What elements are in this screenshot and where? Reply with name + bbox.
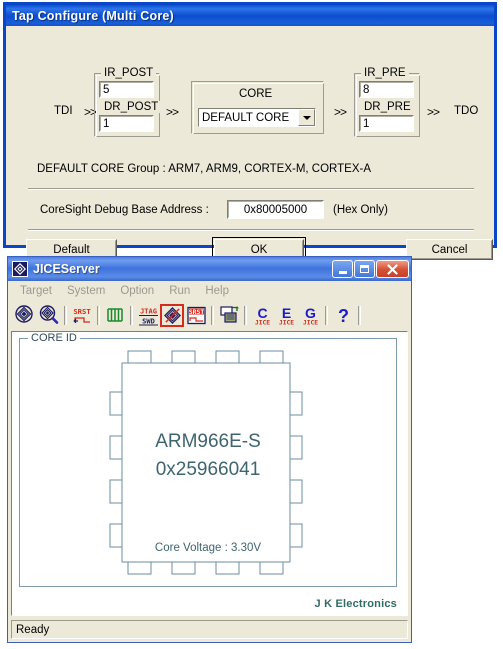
- chevron-down-icon: [302, 115, 311, 120]
- chip-core-voltage: Core Voltage : 3.30V: [154, 542, 262, 554]
- c-jice-icon[interactable]: C JICE: [250, 304, 274, 327]
- menu-item-help[interactable]: Help: [198, 283, 237, 299]
- core-select-dropdown-button[interactable]: [298, 109, 315, 126]
- jice-toolbar: SRST JTAG SWD SRST C JICE E JICE G JICE …: [8, 301, 411, 329]
- coresight-label: CoreSight Debug Base Address :: [40, 204, 209, 216]
- svg-text:JICE: JICE: [303, 319, 318, 326]
- jtag-chain-row: TDI >> IR_POST 5 DR_POST 1 >> CORE DEFAU…: [6, 26, 494, 140]
- jtag-clock-icon[interactable]: [103, 304, 127, 327]
- ir-pre-legend: IR_PRE: [361, 67, 409, 79]
- ir-post-legend: IR_POST: [101, 67, 157, 79]
- core-select[interactable]: DEFAULT CORE: [198, 108, 316, 127]
- close-icon: [387, 263, 398, 275]
- menu-item-option[interactable]: Option: [113, 283, 162, 299]
- ok-button-label: OK: [250, 243, 268, 256]
- ir-pre-value: 8: [363, 83, 370, 96]
- status-text: Ready: [16, 623, 50, 636]
- coresight-address-value: 0x80005000: [243, 203, 308, 216]
- dr-post-input[interactable]: 1: [99, 115, 154, 132]
- ir-post-input[interactable]: 5: [99, 81, 154, 98]
- toolbar-separator-6: [325, 305, 328, 325]
- core-id-groupbox: CORE ID ARM966E-S 0x25966041 Core Voltag…: [19, 332, 397, 587]
- cancel-button-label: Cancel: [431, 243, 468, 256]
- jice-menubar: Target System Option Run Help: [8, 281, 411, 301]
- tap-dialog-body: TDI >> IR_POST 5 DR_POST 1 >> CORE DEFAU…: [6, 26, 494, 262]
- toolbar-separator-1: [64, 305, 67, 325]
- tap-dialog-title: Tap Configure (Multi Core): [12, 8, 174, 23]
- default-core-group-note: DEFAULT CORE Group : ARM7, ARM9, CORTEX-…: [37, 163, 371, 175]
- help-icon[interactable]: ?: [331, 304, 355, 327]
- toolbar-separator-2: [97, 305, 100, 325]
- screen: Tap Configure (Multi Core) TDI >> IR_POS…: [0, 0, 503, 649]
- toolbar-separator-4: [211, 305, 214, 325]
- svg-text:SRST: SRST: [73, 307, 91, 316]
- dr-post-value: 1: [103, 117, 110, 130]
- dr-post-legend: DR_POST: [101, 101, 162, 113]
- svg-text:JICE: JICE: [255, 319, 270, 326]
- arrow-3: >>: [334, 105, 347, 119]
- tap-configure-icon[interactable]: [160, 303, 184, 327]
- jice-window-title: JICEServer: [33, 262, 100, 276]
- svg-text:SRST: SRST: [188, 308, 204, 316]
- toolbar-separator-5: [244, 305, 247, 325]
- svg-text:JICE: JICE: [279, 319, 294, 326]
- dr-pre-input[interactable]: 1: [359, 115, 414, 132]
- jice-titlebar[interactable]: JICEServer: [8, 257, 411, 281]
- close-button[interactable]: [376, 260, 409, 278]
- jice-client-area: CORE ID ARM966E-S 0x25966041 Core Voltag…: [11, 331, 408, 616]
- e-jice-icon[interactable]: E JICE: [274, 304, 298, 327]
- arrow-2: >>: [166, 105, 179, 119]
- menu-item-system[interactable]: System: [60, 283, 113, 299]
- srst-icon[interactable]: SRST: [70, 304, 94, 327]
- menu-item-target[interactable]: Target: [13, 283, 60, 299]
- cancel-button[interactable]: Cancel: [406, 239, 493, 260]
- svg-text:?: ?: [338, 306, 349, 326]
- tdi-label: TDI: [54, 105, 73, 117]
- default-button-label: Default: [53, 243, 90, 256]
- core-detect-icon[interactable]: [13, 304, 37, 327]
- minimize-button[interactable]: [332, 260, 353, 278]
- menu-item-run[interactable]: Run: [162, 283, 198, 299]
- tap-dialog-titlebar[interactable]: Tap Configure (Multi Core): [6, 5, 494, 26]
- chip-core-name: ARM966E-S: [155, 431, 261, 452]
- separator-2: [28, 229, 474, 231]
- separator-1: [28, 188, 474, 190]
- g-jice-icon[interactable]: G JICE: [298, 304, 322, 327]
- core-select-value: DEFAULT CORE: [202, 111, 290, 124]
- coresight-hint: (Hex Only): [333, 204, 388, 216]
- toolbar-separator-7: [358, 305, 361, 325]
- tap-configure-dialog: Tap Configure (Multi Core) TDI >> IR_POS…: [3, 2, 497, 262]
- ir-pre-input[interactable]: 8: [359, 81, 414, 98]
- jice-statusbar: Ready: [11, 620, 408, 639]
- maximize-icon: [360, 265, 369, 273]
- dr-pre-value: 1: [363, 117, 370, 130]
- jice-diamond-icon: [12, 261, 28, 277]
- svg-text:JTAG: JTAG: [140, 307, 157, 315]
- tdo-label: TDO: [454, 105, 479, 117]
- maximize-button[interactable]: [354, 260, 375, 278]
- dr-pre-legend: DR_PRE: [361, 101, 414, 113]
- srst-config-icon[interactable]: SRST: [184, 304, 208, 327]
- jtag-swd-icon[interactable]: JTAG SWD: [136, 304, 160, 327]
- jice-server-window: JICEServer Target System Option Run Help: [7, 256, 412, 643]
- minimize-icon: [338, 270, 347, 274]
- chip-core-id: 0x25966041: [155, 459, 261, 480]
- coresight-address-input[interactable]: 0x80005000: [227, 200, 324, 219]
- multi-target-icon[interactable]: [217, 304, 241, 327]
- svg-text:SWD: SWD: [142, 317, 155, 325]
- arrow-4: >>: [427, 105, 440, 119]
- core-label: CORE: [239, 88, 273, 100]
- ir-post-value: 5: [103, 83, 110, 96]
- toolbar-separator-3: [130, 305, 133, 325]
- core-scan-icon[interactable]: [37, 304, 61, 327]
- branding-label: J K Electronics: [314, 598, 397, 610]
